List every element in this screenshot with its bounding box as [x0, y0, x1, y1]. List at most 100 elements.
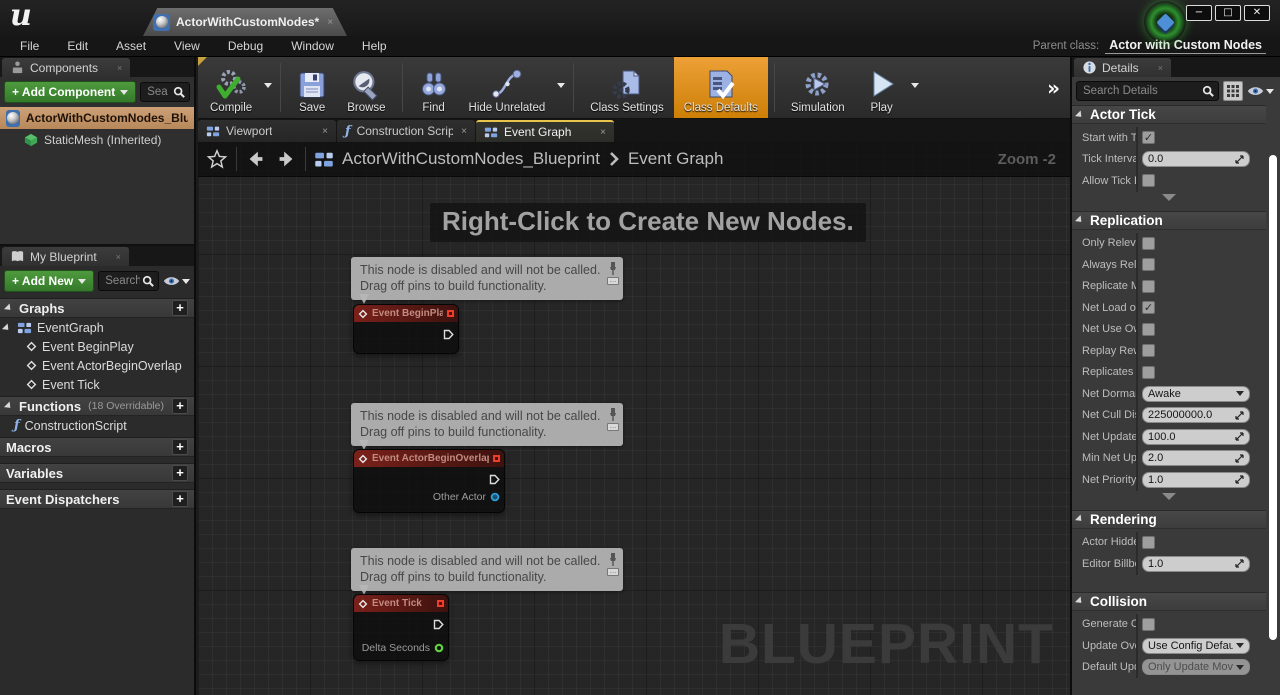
tab-viewport[interactable]: Viewport × — [198, 120, 336, 142]
menu-item[interactable]: Debug — [216, 37, 275, 55]
tree-item-event[interactable]: Event Tick — [0, 375, 194, 394]
view-options[interactable] — [163, 275, 190, 288]
asset-tab-close-icon[interactable]: × — [327, 17, 333, 28]
tab-construction-script[interactable]: ƒ Construction Script × — [337, 120, 475, 142]
tab-close-icon[interactable]: × — [461, 126, 467, 137]
play-options-caret[interactable] — [911, 83, 919, 92]
tab-close-icon[interactable]: × — [322, 126, 328, 137]
my-blueprint-tab[interactable]: My Blueprint × — [2, 247, 129, 266]
exec-output-pin[interactable] — [433, 619, 444, 630]
components-tab[interactable]: Components × — [2, 58, 130, 77]
object-output-pin[interactable] — [490, 492, 500, 502]
breadcrumb-root[interactable]: ActorWithCustomNodes_Blueprint — [342, 149, 600, 169]
node-event-tick[interactable]: Event Tick Delta Seconds — [353, 594, 449, 661]
toolbar-overflow-chevron[interactable]: » — [1039, 76, 1068, 100]
checkbox[interactable] — [1142, 258, 1155, 271]
macros-section-header[interactable]: Macros + — [0, 437, 194, 457]
number-field[interactable]: 0.0 — [1142, 151, 1250, 167]
graphs-section-header[interactable]: Graphs + — [0, 298, 194, 318]
browse-button[interactable]: Browse — [337, 57, 395, 118]
save-button[interactable]: Save — [287, 57, 337, 118]
checkbox[interactable] — [1142, 366, 1155, 379]
advanced-expander[interactable] — [1072, 494, 1266, 506]
window-control-button[interactable]: □ — [1215, 5, 1241, 21]
section-header-rendering[interactable]: Rendering — [1072, 510, 1266, 529]
my-blueprint-search-input[interactable] — [103, 274, 142, 288]
details-view-options[interactable] — [1247, 85, 1274, 98]
tab-close-icon[interactable]: × — [600, 127, 606, 138]
checkbox[interactable] — [1142, 301, 1155, 314]
number-field[interactable]: 100.0 — [1142, 429, 1250, 445]
dropdown[interactable]: Only Update Mov — [1142, 659, 1250, 675]
class-settings-button[interactable]: Class Settings — [580, 57, 674, 118]
checkbox[interactable] — [1142, 536, 1155, 549]
play-button[interactable]: Play — [855, 57, 909, 118]
node-title-bar[interactable]: Event ActorBeginOverlap — [354, 450, 504, 467]
property-matrix-button[interactable] — [1223, 81, 1243, 101]
menu-item[interactable]: Asset — [104, 37, 158, 55]
pushpin-icon[interactable] — [608, 261, 618, 276]
details-tab-close-icon[interactable]: × — [1158, 63, 1163, 73]
find-button[interactable]: Find — [409, 57, 459, 118]
hide-unrelated-button[interactable]: Hide Unrelated — [459, 57, 556, 118]
pushpin-icon[interactable] — [608, 407, 618, 422]
exec-output-pin[interactable] — [489, 474, 500, 485]
node-title-bar[interactable]: Event BeginPlay — [354, 305, 458, 322]
checkbox[interactable] — [1142, 323, 1155, 336]
advanced-expander[interactable] — [1072, 195, 1266, 207]
component-row-staticmesh[interactable]: StaticMesh (Inherited) — [0, 129, 194, 151]
number-field[interactable]: 225000000.0 — [1142, 407, 1250, 423]
add-macro-button[interactable]: + — [172, 439, 188, 455]
add-function-button[interactable]: + — [172, 398, 188, 414]
tutorial-help-icon[interactable] — [1144, 1, 1186, 43]
menu-item[interactable]: Window — [279, 37, 346, 55]
float-output-pin[interactable] — [434, 643, 444, 653]
number-field[interactable]: 1.0 — [1142, 472, 1250, 488]
my-blueprint-search[interactable] — [98, 271, 159, 291]
window-control-button[interactable]: − — [1186, 5, 1212, 21]
menu-item[interactable]: View — [162, 37, 212, 55]
exec-output-pin[interactable] — [443, 329, 454, 340]
menu-item[interactable]: Help — [350, 37, 399, 55]
menu-item[interactable]: File — [8, 37, 51, 55]
event-graph-canvas[interactable]: ActorWithCustomNodes_Blueprint Event Gra… — [198, 142, 1070, 695]
tree-item-eventgraph[interactable]: EventGraph — [0, 318, 194, 337]
forward-arrow-icon[interactable] — [275, 148, 297, 170]
dropdown[interactable]: Awake — [1142, 386, 1250, 402]
hide-unrelated-options-caret[interactable] — [557, 83, 565, 92]
simulation-button[interactable]: Simulation — [781, 57, 855, 118]
menu-item[interactable]: Edit — [55, 37, 100, 55]
add-variable-button[interactable]: + — [172, 465, 188, 481]
checkbox[interactable] — [1142, 237, 1155, 250]
functions-section-header[interactable]: Functions (18 Overridable) + — [0, 396, 194, 416]
section-header-replication[interactable]: Replication — [1072, 211, 1266, 230]
add-new-button[interactable]: + Add New — [4, 270, 94, 292]
tree-item-event[interactable]: Event ActorBeginOverlap — [0, 356, 194, 375]
node-event-beginplay[interactable]: Event BeginPlay — [353, 304, 459, 354]
checkbox[interactable] — [1142, 344, 1155, 357]
number-field[interactable]: 1.0 — [1142, 556, 1250, 572]
add-graph-button[interactable]: + — [172, 300, 188, 316]
tree-item-constructionscript[interactable]: ƒ ConstructionScript — [0, 416, 194, 435]
components-search[interactable] — [140, 82, 190, 102]
node-event-actorbeginoverlap[interactable]: Event ActorBeginOverlap Other Actor — [353, 449, 505, 513]
compile-button[interactable]: Compile — [200, 57, 262, 118]
tree-item-event[interactable]: Event BeginPlay — [0, 337, 194, 356]
number-field[interactable]: 2.0 — [1142, 450, 1250, 466]
section-header-collision[interactable]: Collision — [1072, 592, 1266, 611]
add-dispatcher-button[interactable]: + — [172, 491, 188, 507]
pushpin-icon[interactable] — [608, 552, 618, 567]
window-control-button[interactable]: ✕ — [1244, 5, 1270, 21]
checkbox[interactable] — [1142, 618, 1155, 631]
favorite-star-icon[interactable] — [206, 148, 228, 170]
my-blueprint-tab-close-icon[interactable]: × — [116, 252, 121, 262]
breadcrumb-current[interactable]: Event Graph — [628, 149, 723, 169]
component-row-root[interactable]: ActorWithCustomNodes_Blueprint — [0, 107, 194, 129]
details-tab[interactable]: Details × — [1074, 58, 1171, 77]
checkbox[interactable] — [1142, 280, 1155, 293]
dropdown[interactable]: Use Config Defau — [1142, 638, 1250, 654]
event-dispatchers-section-header[interactable]: Event Dispatchers + — [0, 489, 194, 509]
checkbox[interactable] — [1142, 174, 1155, 187]
details-search-input[interactable] — [1081, 84, 1202, 98]
class-defaults-button[interactable]: Class Defaults — [674, 57, 768, 118]
